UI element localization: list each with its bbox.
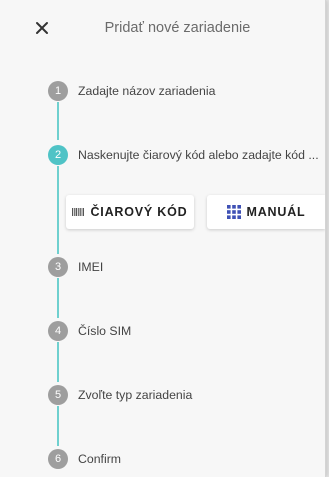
step-imei[interactable]: 3 IMEI bbox=[48, 256, 103, 278]
top-bar: Pridať nové zariadenie bbox=[0, 0, 325, 56]
close-button[interactable] bbox=[30, 16, 54, 40]
step-device-type[interactable]: 5 Zvoľte typ zariadenia bbox=[48, 384, 192, 406]
step-connector bbox=[57, 278, 59, 318]
step-name-device[interactable]: 1 Zadajte názov zariadenia bbox=[48, 80, 215, 102]
step-scan-code[interactable]: 2 Naskenujte čiarový kód alebo zadajte k… bbox=[48, 144, 319, 166]
step-label: Číslo SIM bbox=[78, 324, 132, 338]
step-label: Zadajte názov zariadenia bbox=[78, 84, 216, 98]
step-connector bbox=[57, 342, 59, 382]
step-number-badge: 1 bbox=[48, 81, 68, 101]
step-label: Confirm bbox=[78, 452, 122, 466]
close-icon bbox=[36, 22, 48, 34]
step-number-badge: 2 bbox=[48, 145, 68, 165]
step-number-badge: 4 bbox=[48, 321, 68, 341]
step-connector bbox=[57, 166, 59, 254]
step-number-badge: 3 bbox=[48, 257, 68, 277]
barcode-button[interactable]: ČIAROVÝ KÓD bbox=[66, 195, 194, 229]
step-connector bbox=[57, 102, 59, 140]
step-connector bbox=[57, 406, 59, 446]
manual-button[interactable]: MANUÁL bbox=[207, 195, 325, 229]
page-title: Pridať nové zariadenie bbox=[104, 20, 251, 36]
step-label: Zvoľte typ zariadenia bbox=[78, 388, 193, 402]
keypad-icon bbox=[226, 205, 241, 219]
step-label: IMEI bbox=[78, 260, 104, 274]
step-sim-number[interactable]: 4 Číslo SIM bbox=[48, 320, 131, 342]
app-screen: Pridať nové zariadenie 1 Zadajte názov z… bbox=[0, 0, 326, 477]
step-number-badge: 5 bbox=[48, 385, 68, 405]
step-label: Naskenujte čiarový kód alebo zadajte kód… bbox=[78, 148, 319, 162]
step-number-badge: 6 bbox=[48, 449, 68, 469]
barcode-icon bbox=[72, 208, 85, 216]
barcode-button-label: ČIAROVÝ KÓD bbox=[90, 205, 188, 219]
manual-button-label: MANUÁL bbox=[246, 205, 306, 219]
step-confirm[interactable]: 6 Confirm bbox=[48, 448, 121, 470]
